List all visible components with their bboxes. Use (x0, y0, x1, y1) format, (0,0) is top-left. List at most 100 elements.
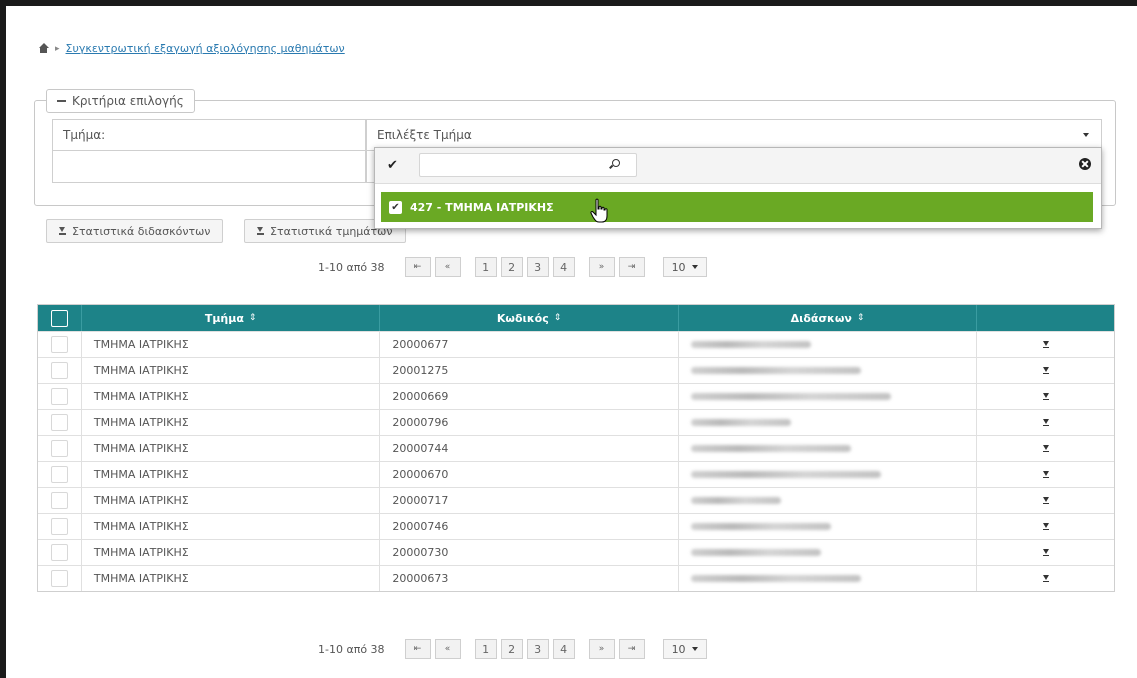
row-checkbox-cell (38, 566, 82, 591)
checkbox-checked-icon[interactable]: ✔ (389, 200, 402, 214)
download-icon (257, 227, 264, 235)
row-checkbox[interactable] (50, 492, 68, 509)
row-checkbox[interactable] (50, 414, 68, 431)
prev-page-button[interactable]: « (434, 257, 461, 277)
page-button[interactable]: 2 (500, 639, 523, 659)
department-select-value: Επιλέξτε Τμήμα (377, 128, 472, 142)
last-page-button[interactable]: ⇥ (618, 639, 645, 659)
download-icon[interactable] (1042, 419, 1049, 426)
download-icon[interactable] (1042, 445, 1049, 452)
first-page-button[interactable]: ⇤ (404, 257, 431, 277)
cell-teacher (679, 540, 978, 565)
row-checkbox-cell (38, 332, 82, 357)
cell-department: ΤΜΗΜΑ ΙΑΤΡΙΚΗΣ (82, 384, 381, 409)
column-header-actions (977, 305, 1114, 331)
table-header: Τμήμα ⇕ Κωδικός ⇕ Διδάσκων ⇕ (38, 305, 1114, 331)
row-checkbox[interactable] (50, 362, 68, 379)
prev-page-button[interactable]: « (434, 639, 461, 659)
download-icon[interactable] (1042, 471, 1049, 478)
table-row[interactable]: ΤΜΗΜΑ ΙΑΤΡΙΚΗΣ 20000669 (38, 383, 1114, 409)
pager-bottom: 1-10 από 38 ⇤ « 1 2 3 4 » ⇥ 10 (318, 638, 707, 660)
table-row[interactable]: ΤΜΗΜΑ ΙΑΤΡΙΚΗΣ 20000796 (38, 409, 1114, 435)
download-icon[interactable] (1042, 341, 1049, 348)
page-button[interactable]: 3 (526, 639, 549, 659)
row-checkbox[interactable] (50, 388, 68, 405)
cell-teacher (679, 436, 978, 461)
row-checkbox[interactable] (50, 336, 68, 353)
dropdown-option[interactable]: ✔ 427 - ΤΜΗΜΑ ΙΑΤΡΙΚΗΣ (381, 192, 1093, 222)
hand-cursor-icon (590, 198, 608, 223)
page-button[interactable]: 1 (474, 257, 497, 277)
download-icon[interactable] (1042, 523, 1049, 530)
redacted-teacher-name (690, 367, 861, 374)
cell-code: 20000730 (380, 540, 679, 565)
criteria-toggle[interactable]: Κριτήρια επιλογής (46, 89, 195, 113)
row-checkbox[interactable] (50, 518, 68, 535)
cell-code: 20000673 (380, 566, 679, 591)
home-icon[interactable] (38, 43, 49, 54)
table-row[interactable]: ΤΜΗΜΑ ΙΑΤΡΙΚΗΣ 20000670 (38, 461, 1114, 487)
empty-label-cell (52, 151, 366, 183)
download-icon[interactable] (1042, 497, 1049, 504)
row-checkbox-cell (38, 358, 82, 383)
cell-code: 20000717 (380, 488, 679, 513)
close-icon[interactable] (1079, 158, 1091, 170)
table-row[interactable]: ΤΜΗΜΑ ΙΑΤΡΙΚΗΣ 20000746 (38, 513, 1114, 539)
redacted-teacher-name (690, 393, 891, 400)
page-button[interactable]: 4 (552, 639, 575, 659)
redacted-teacher-name (690, 445, 851, 452)
column-header-department[interactable]: Τμήμα ⇕ (82, 305, 381, 331)
row-checkbox-cell (38, 540, 82, 565)
last-page-button[interactable]: ⇥ (618, 257, 645, 277)
page-button[interactable]: 1 (474, 639, 497, 659)
table-row[interactable]: ΤΜΗΜΑ ΙΑΤΡΙΚΗΣ 20000744 (38, 435, 1114, 461)
first-page-button[interactable]: ⇤ (404, 639, 431, 659)
column-header-teacher[interactable]: Διδάσκων ⇕ (679, 305, 978, 331)
cell-teacher (679, 488, 978, 513)
row-checkbox-cell (38, 436, 82, 461)
page-button[interactable]: 4 (552, 257, 575, 277)
redacted-teacher-name (690, 341, 811, 348)
next-page-button[interactable]: » (588, 639, 615, 659)
download-icon[interactable] (1042, 575, 1049, 582)
cell-actions (977, 436, 1114, 461)
cell-code: 20000677 (380, 332, 679, 357)
collapse-icon (57, 100, 66, 102)
dropdown-search-input[interactable] (419, 153, 637, 177)
row-checkbox[interactable] (50, 544, 68, 561)
check-all-icon[interactable]: ✔ (387, 158, 398, 173)
next-page-button[interactable]: » (588, 257, 615, 277)
column-header-code[interactable]: Κωδικός ⇕ (380, 305, 679, 331)
redacted-teacher-name (690, 471, 881, 478)
cell-actions (977, 358, 1114, 383)
page-size-select[interactable]: 10 (662, 257, 707, 277)
row-checkbox[interactable] (50, 466, 68, 483)
cell-code: 20000670 (380, 462, 679, 487)
dropdown-header: ✔ (375, 148, 1101, 184)
download-icon[interactable] (1042, 549, 1049, 556)
table-row[interactable]: ΤΜΗΜΑ ΙΑΤΡΙΚΗΣ 20000673 (38, 565, 1114, 591)
download-icon[interactable] (1042, 367, 1049, 374)
table-body: ΤΜΗΜΑ ΙΑΤΡΙΚΗΣ 20000677 ΤΜΗΜΑ ΙΑΤΡΙΚΗΣ 2000… (38, 331, 1114, 591)
window-frame-top (0, 0, 1137, 6)
cell-department: ΤΜΗΜΑ ΙΑΤΡΙΚΗΣ (82, 332, 381, 357)
cell-teacher (679, 332, 978, 357)
breadcrumb-link[interactable]: Συγκεντρωτική εξαγωγή αξιολόγησης μαθημά… (66, 42, 345, 55)
page-size-select[interactable]: 10 (662, 639, 707, 659)
table-row[interactable]: ΤΜΗΜΑ ΙΑΤΡΙΚΗΣ 20000730 (38, 539, 1114, 565)
cell-actions (977, 566, 1114, 591)
column-header-label: Κωδικός (496, 311, 549, 325)
table-row[interactable]: ΤΜΗΜΑ ΙΑΤΡΙΚΗΣ 20001275 (38, 357, 1114, 383)
page-size-value: 10 (671, 260, 686, 274)
table-row[interactable]: ΤΜΗΜΑ ΙΑΤΡΙΚΗΣ 20000717 (38, 487, 1114, 513)
chevron-down-icon (691, 265, 698, 269)
download-icon[interactable] (1042, 393, 1049, 400)
row-checkbox[interactable] (50, 570, 68, 587)
window-frame-left (0, 0, 6, 678)
select-all-checkbox[interactable] (50, 309, 68, 327)
page-button[interactable]: 3 (526, 257, 549, 277)
stats-teachers-button[interactable]: Στατιστικά διδασκόντων (46, 219, 224, 243)
page-button[interactable]: 2 (500, 257, 523, 277)
row-checkbox[interactable] (50, 440, 68, 457)
table-row[interactable]: ΤΜΗΜΑ ΙΑΤΡΙΚΗΣ 20000677 (38, 331, 1114, 357)
